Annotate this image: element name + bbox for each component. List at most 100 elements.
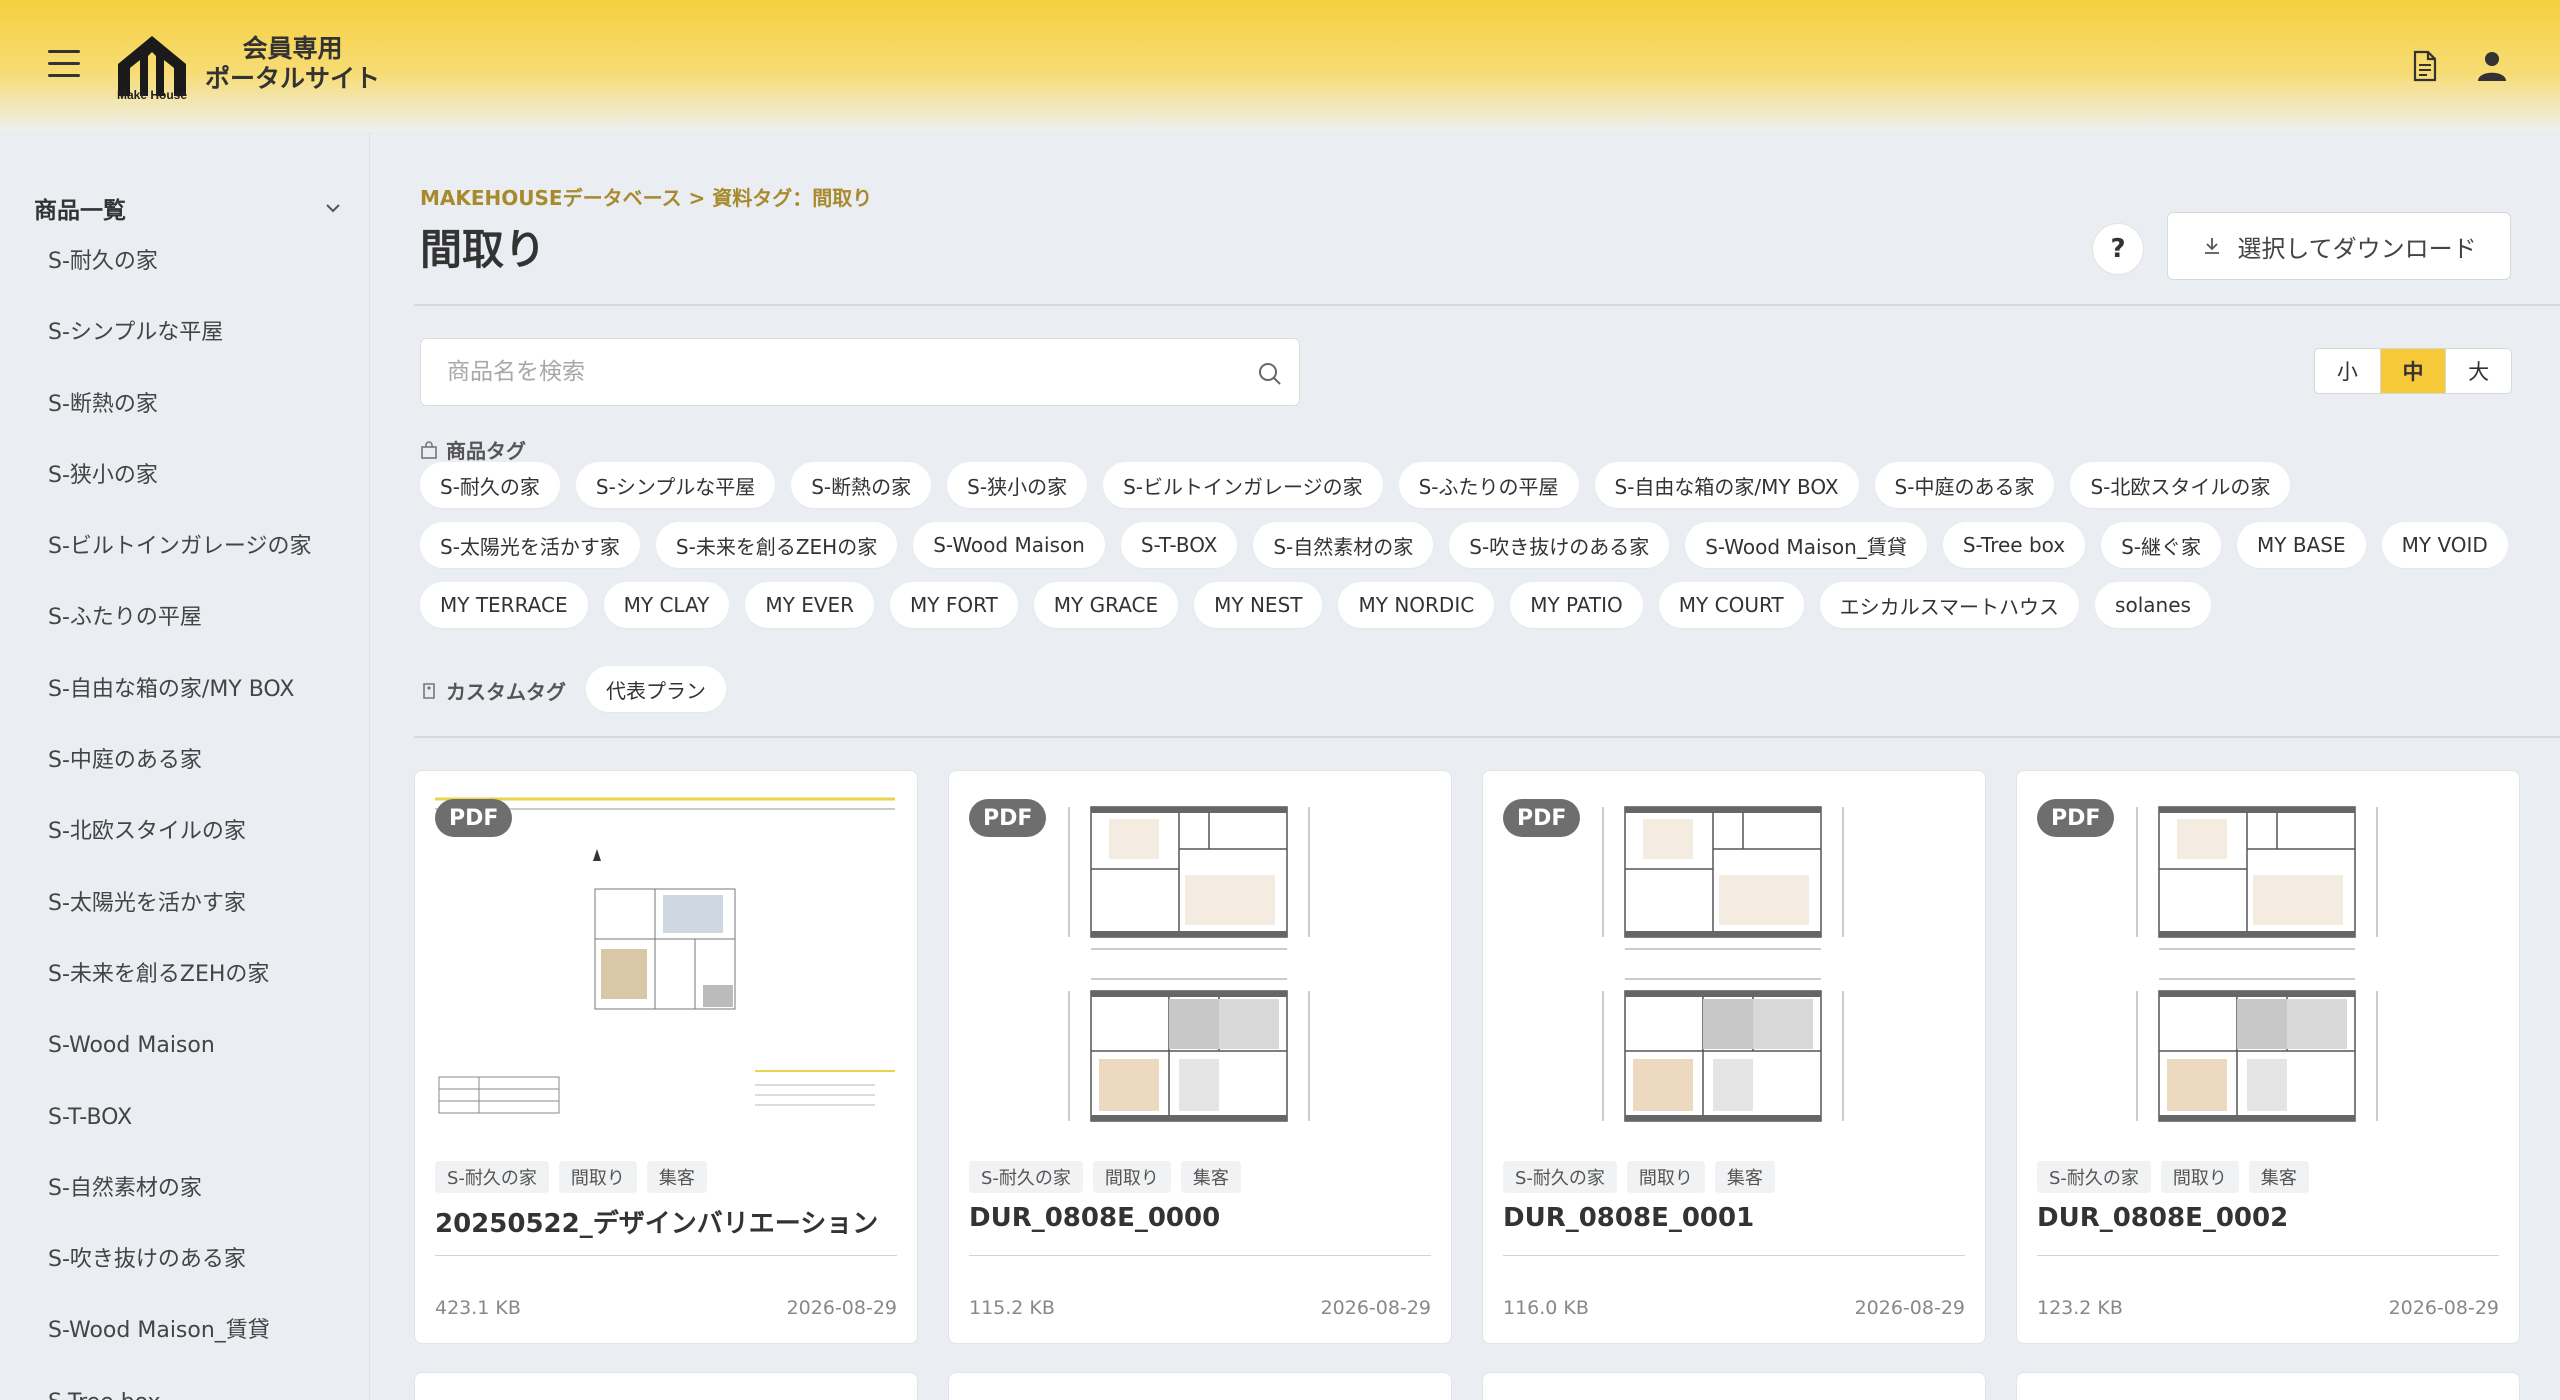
- card-tag: 間取り: [2160, 1161, 2239, 1193]
- sidebar-item[interactable]: S-太陽光を活かす家: [48, 884, 311, 955]
- download-selected-button[interactable]: 選択してダウンロード: [2167, 212, 2511, 280]
- size-option[interactable]: 小: [2315, 349, 2381, 393]
- card-tag-list: S-耐久の家 間取り 集客: [1503, 1161, 1775, 1193]
- search-icon[interactable]: [1257, 361, 1283, 387]
- document-card[interactable]: [948, 1372, 1452, 1400]
- product-tag-chip[interactable]: S-Tree box: [1942, 522, 2086, 568]
- sidebar-item[interactable]: S-ふたりの平屋: [48, 598, 311, 669]
- card-tag: 集客: [1180, 1161, 1241, 1193]
- sidebar-item[interactable]: S-耐久の家: [48, 242, 311, 313]
- document-thumbnail[interactable]: [1503, 789, 1967, 1137]
- product-tag-chip[interactable]: S-Wood Maison: [913, 522, 1105, 568]
- product-tag-chip[interactable]: MY NEST: [1194, 582, 1323, 628]
- card-tag: 間取り: [1092, 1161, 1171, 1193]
- breadcrumb[interactable]: MAKEHOUSEデータベース > 資料タグ：間取り: [420, 182, 872, 211]
- document-thumbnail[interactable]: [2037, 789, 2501, 1137]
- document-icon[interactable]: [2406, 48, 2442, 84]
- document-card[interactable]: PDF S-耐久の家 間取り 集客 DUR_0808E_0001 116.0 KB 2026…: [1482, 770, 1986, 1344]
- sidebar-item[interactable]: S-シンプルな平屋: [48, 313, 311, 384]
- document-card[interactable]: PDF S-耐久の家 間取り 集客 20250522_デザインバリエーション 423.1 …: [414, 770, 918, 1344]
- product-tag-chip[interactable]: S-断熱の家: [791, 462, 932, 508]
- product-tag-chip[interactable]: solanes: [2095, 582, 2211, 628]
- product-tag-chip[interactable]: S-北欧スタイルの家: [2070, 462, 2291, 508]
- file-date: 2026-08-29: [2388, 1297, 2499, 1319]
- product-tag-chip[interactable]: MY NORDIC: [1338, 582, 1495, 628]
- sidebar-item[interactable]: S-自然素材の家: [48, 1169, 311, 1240]
- card-divider: [435, 1255, 897, 1256]
- document-title[interactable]: DUR_0808E_0002: [2037, 1203, 2288, 1233]
- sidebar-item[interactable]: S-T-BOX: [48, 1098, 311, 1169]
- product-tag-chip[interactable]: MY COURT: [1658, 582, 1804, 628]
- custom-tag-chip[interactable]: 代表プラン: [586, 666, 726, 712]
- document-card[interactable]: PDF S-耐久の家 間取り 集客 DUR_0808E_0002 123.2 KB 2026…: [2016, 770, 2520, 1344]
- size-option[interactable]: 大: [2446, 349, 2511, 393]
- file-date: 2026-08-29: [1854, 1297, 1965, 1319]
- product-tag-chip[interactable]: MY FORT: [890, 582, 1018, 628]
- sidebar-item[interactable]: S-自由な箱の家/MY BOX: [48, 670, 311, 741]
- product-tag-chip[interactable]: MY EVER: [745, 582, 875, 628]
- card-divider: [969, 1255, 1431, 1256]
- product-tag-chip[interactable]: S-耐久の家: [420, 462, 560, 508]
- sidebar-item[interactable]: S-断熱の家: [48, 385, 311, 456]
- card-tag-list: S-耐久の家 間取り 集客: [969, 1161, 1241, 1193]
- document-title[interactable]: DUR_0808E_0000: [969, 1203, 1220, 1233]
- document-thumbnail[interactable]: [435, 789, 899, 1137]
- product-tag-chip[interactable]: S-吹き抜けのある家: [1449, 522, 1670, 568]
- document-title[interactable]: DUR_0808E_0001: [1503, 1203, 1754, 1233]
- portal-title: 会員専用 ポータルサイト: [205, 34, 381, 93]
- product-tag-chip[interactable]: S-継ぐ家: [2101, 522, 2222, 568]
- sidebar-list: S-耐久の家 S-シンプルな平屋 S-断熱の家 S-狭小の家 S-ビルトインガレージの家…: [48, 242, 311, 1400]
- product-list-toggle[interactable]: 商品一覧: [34, 190, 344, 226]
- product-tag-chip[interactable]: S-T-BOX: [1120, 522, 1238, 568]
- product-tag-chip[interactable]: MY GRACE: [1033, 582, 1179, 628]
- sidebar-item[interactable]: S-Wood Maison: [48, 1026, 311, 1097]
- file-size: 123.2 KB: [2037, 1297, 2123, 1319]
- size-option[interactable]: 中: [2380, 349, 2447, 393]
- sidebar-item[interactable]: S-ビルトインガレージの家: [48, 527, 311, 598]
- card-divider: [2037, 1255, 2499, 1256]
- product-tag-chip[interactable]: S-未来を創るZEHの家: [655, 522, 898, 568]
- product-tag-chip[interactable]: S-中庭のある家: [1874, 462, 2055, 508]
- document-card[interactable]: [1482, 1372, 1986, 1400]
- product-tag-chip[interactable]: MY CLAY: [603, 582, 730, 628]
- product-tag-chip[interactable]: S-シンプルな平屋: [575, 462, 776, 508]
- card-tag: 間取り: [1626, 1161, 1705, 1193]
- floor-plan-thumbnail: [2136, 806, 2378, 1122]
- search-input[interactable]: [421, 339, 1299, 405]
- sidebar-item[interactable]: S-未来を創るZEHの家: [48, 955, 311, 1026]
- document-card[interactable]: PDF S-耐久の家 間取り 集客 DUR_0808E_0000 115.2 KB 2026…: [948, 770, 1452, 1344]
- document-card[interactable]: [414, 1372, 918, 1400]
- user-icon[interactable]: [2474, 48, 2510, 84]
- document-title[interactable]: 20250522_デザインバリエーション: [435, 1203, 878, 1240]
- file-size: 423.1 KB: [435, 1297, 521, 1319]
- sidebar-item[interactable]: S-吹き抜けのある家: [48, 1240, 311, 1311]
- product-tag-chip[interactable]: MY BASE: [2237, 522, 2366, 568]
- floor-plan-thumbnail: [1068, 806, 1310, 1122]
- help-button[interactable]: ?: [2092, 223, 2144, 275]
- sidebar-item[interactable]: S-中庭のある家: [48, 741, 311, 812]
- menu-icon[interactable]: [48, 50, 80, 78]
- document-grid: PDF S-耐久の家 間取り 集客 20250522_デザインバリエーション 423.1 …: [414, 770, 2520, 1344]
- product-tag-chip[interactable]: S-Wood Maison_賃貸: [1685, 522, 1927, 568]
- product-tag-chip[interactable]: S-太陽光を活かす家: [420, 522, 640, 568]
- sidebar-item[interactable]: S-Tree box: [48, 1383, 311, 1400]
- document-card[interactable]: [2016, 1372, 2520, 1400]
- search-box: [420, 338, 1300, 406]
- chevron-down-icon: [326, 204, 340, 213]
- product-tag-chip[interactable]: エシカルスマートハウス: [1819, 582, 2080, 628]
- product-tag-chip[interactable]: MY TERRACE: [420, 582, 588, 628]
- sidebar-item[interactable]: S-狭小の家: [48, 456, 311, 527]
- product-tag-chip[interactable]: S-ビルトインガレージの家: [1103, 462, 1383, 508]
- card-tag: S-耐久の家: [969, 1161, 1083, 1193]
- product-tag-chip[interactable]: MY VOID: [2381, 522, 2508, 568]
- sidebar-item[interactable]: S-Wood Maison_賃貸: [48, 1311, 311, 1382]
- card-tag: S-耐久の家: [2037, 1161, 2151, 1193]
- product-tag-chip[interactable]: S-ふたりの平屋: [1398, 462, 1579, 508]
- document-thumbnail[interactable]: [969, 789, 1433, 1137]
- product-tag-chip[interactable]: S-狭小の家: [947, 462, 1088, 508]
- product-tag-chip[interactable]: S-自然素材の家: [1253, 522, 1434, 568]
- product-tag-chip[interactable]: S-自由な箱の家/MY BOX: [1594, 462, 1859, 508]
- sidebar-item[interactable]: S-北欧スタイルの家: [48, 812, 311, 883]
- product-tag-chip[interactable]: MY PATIO: [1510, 582, 1643, 628]
- file-size: 115.2 KB: [969, 1297, 1055, 1319]
